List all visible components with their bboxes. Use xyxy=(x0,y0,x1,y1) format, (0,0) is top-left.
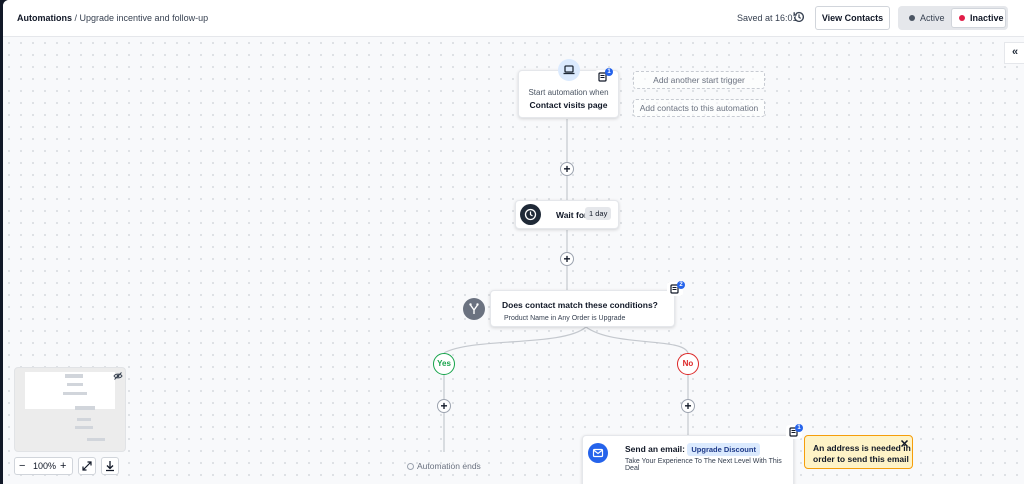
yes-branch[interactable]: Yes xyxy=(433,353,455,375)
condition-detail: Product Name in Any Order is Upgrade xyxy=(504,315,626,322)
top-bar: Automations / Upgrade incentive and foll… xyxy=(3,0,1024,37)
zoom-out-button[interactable]: − xyxy=(19,458,25,474)
email-warning: An address is needed in order to send th… xyxy=(804,435,913,469)
warning-text-line1: An address is needed in xyxy=(813,443,911,453)
minimap-node xyxy=(67,383,83,386)
end-icon xyxy=(407,463,414,470)
add-step-button[interactable]: + xyxy=(681,399,695,413)
status-toggle: Active Inactive xyxy=(898,6,1008,30)
email-campaign: Upgrade Discount xyxy=(687,443,760,456)
breadcrumb-current: Upgrade incentive and follow-up xyxy=(79,13,209,23)
condition-note-count: 2 xyxy=(677,281,685,289)
email-card[interactable]: Send an email: Upgrade Discount Take You… xyxy=(582,435,794,484)
status-inactive-label: Inactive xyxy=(970,13,1004,23)
zoom-group: − 100% + xyxy=(14,457,73,475)
collapse-panel-button[interactable]: « xyxy=(1004,42,1024,64)
email-note-count: 1 xyxy=(795,424,803,432)
breadcrumb-root-link[interactable]: Automations xyxy=(17,13,72,23)
minimap-node xyxy=(65,374,83,378)
workflow-canvas[interactable]: Start automation when Contact visits pag… xyxy=(3,37,1024,484)
email-prefix: Send an email: xyxy=(625,444,685,454)
trigger-title: Contact visits page xyxy=(529,100,608,110)
fit-screen-button[interactable] xyxy=(78,457,96,475)
minimap-node xyxy=(75,406,95,410)
no-branch[interactable]: No xyxy=(677,353,699,375)
connector-lines xyxy=(443,119,689,452)
status-active-label: Active xyxy=(920,13,945,23)
laptop-icon xyxy=(558,59,580,81)
email-title-row: Send an email: Upgrade Discount xyxy=(625,443,760,456)
add-step-button[interactable]: + xyxy=(560,252,574,266)
active-dot-icon xyxy=(909,15,915,21)
hide-minimap-icon[interactable] xyxy=(113,371,123,381)
zoom-level: 100% xyxy=(33,461,57,471)
breadcrumb: Automations / Upgrade incentive and foll… xyxy=(17,13,208,23)
status-inactive-option[interactable]: Inactive xyxy=(951,8,1006,28)
trigger-prefix: Start automation when xyxy=(528,88,609,97)
clock-icon xyxy=(520,204,541,225)
email-subject: Take Your Experience To The Next Level W… xyxy=(625,458,782,472)
breadcrumb-separator: / xyxy=(72,13,80,23)
condition-card[interactable]: Does contact match these conditions? Pro… xyxy=(490,290,675,327)
download-button[interactable] xyxy=(101,457,119,475)
saved-status: Saved at 16:01 xyxy=(737,13,798,23)
trigger-note-count: 1 xyxy=(605,68,613,76)
app-window: Automations / Upgrade incentive and foll… xyxy=(3,0,1024,484)
minimap-node xyxy=(77,418,91,421)
add-step-button[interactable]: + xyxy=(560,162,574,176)
view-contacts-button[interactable]: View Contacts xyxy=(815,6,890,30)
wait-label: Wait for xyxy=(556,210,588,220)
close-icon[interactable] xyxy=(900,439,909,448)
automation-ends-label: Automation ends xyxy=(417,461,481,471)
add-step-button[interactable]: + xyxy=(437,399,451,413)
warning-text-line2: order to send this email xyxy=(813,454,909,464)
minimap[interactable] xyxy=(14,367,126,452)
history-icon[interactable] xyxy=(792,10,806,24)
inactive-dot-icon xyxy=(959,15,965,21)
wait-duration: 1 day xyxy=(585,207,612,220)
add-contacts-button[interactable]: Add contacts to this automation xyxy=(633,99,765,117)
mail-icon xyxy=(588,443,608,463)
condition-title: Does contact match these conditions? xyxy=(502,300,658,310)
download-icon xyxy=(106,461,114,472)
expand-icon xyxy=(82,461,92,471)
automation-ends: Automation ends xyxy=(407,461,481,471)
add-start-trigger-button[interactable]: Add another start trigger xyxy=(633,71,765,89)
minimap-node xyxy=(75,426,93,429)
zoom-in-button[interactable]: + xyxy=(60,458,66,474)
split-icon xyxy=(463,298,485,320)
minimap-node xyxy=(87,438,105,441)
status-active-option[interactable]: Active xyxy=(901,8,949,28)
minimap-node xyxy=(63,392,87,395)
